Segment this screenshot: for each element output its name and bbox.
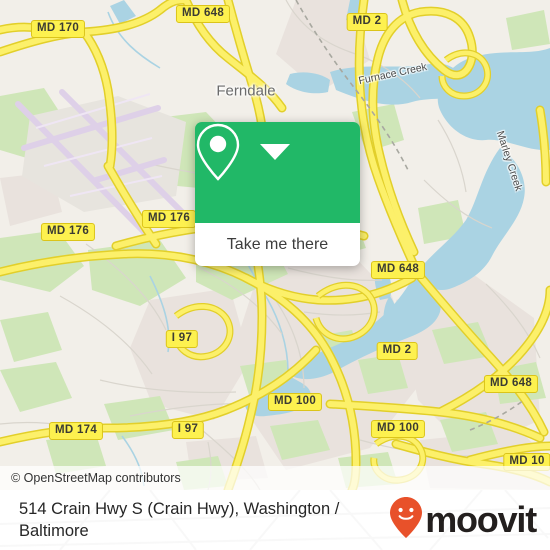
road-shield[interactable]: MD 648 [175, 5, 231, 23]
address-text: 514 Crain Hwy S (Crain Hwy), Washington … [19, 500, 340, 540]
road-shield[interactable]: MD 100 [267, 393, 323, 411]
road-shield[interactable]: MD 170 [30, 20, 86, 38]
moovit-wordmark: moovit [425, 499, 537, 540]
take-me-there-label: Take me there [226, 235, 329, 253]
moovit-logo[interactable]: moovit [390, 497, 537, 543]
popup-pointer-tail [260, 144, 290, 160]
road-shield[interactable]: MD 2 [376, 342, 418, 360]
footer-bar: 514 Crain Hwy S (Crain Hwy), Washington … [0, 490, 550, 550]
moovit-map-screen: MD 170 MD 648 MD 2 MD 176 MD 176 MD 648 … [0, 0, 550, 550]
road-shield[interactable]: MD 174 [48, 422, 104, 440]
road-shield[interactable]: MD 648 [370, 261, 426, 279]
road-shield[interactable]: I 97 [171, 421, 205, 439]
road-shield[interactable]: MD 176 [141, 210, 197, 228]
popup-image-panel [195, 122, 360, 223]
road-shield[interactable]: MD 2 [346, 13, 388, 31]
moovit-smiley-pin-icon [390, 497, 423, 543]
road-shield[interactable]: MD 176 [40, 223, 96, 241]
road-shield[interactable]: MD 648 [483, 375, 539, 393]
osm-attribution-bar[interactable]: © OpenStreetMap contributors [0, 466, 550, 490]
road-shield[interactable]: MD 100 [370, 420, 426, 438]
road-shield[interactable]: I 97 [165, 330, 199, 348]
map-canvas[interactable]: MD 170 MD 648 MD 2 MD 176 MD 176 MD 648 … [0, 0, 550, 490]
place-label-ferndale: Ferndale [216, 82, 276, 100]
osm-attribution-text: © OpenStreetMap contributors [11, 471, 181, 485]
take-me-there-button[interactable]: Take me there [195, 223, 360, 266]
